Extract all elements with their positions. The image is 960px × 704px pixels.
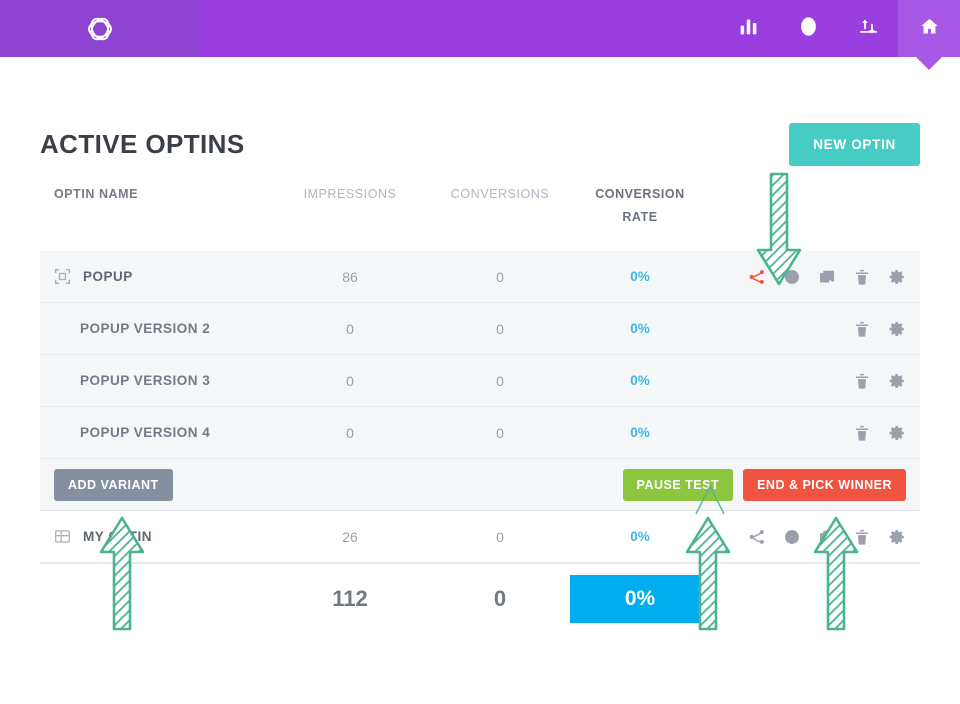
disable-icon[interactable] <box>783 528 801 546</box>
conversions-value: 0 <box>496 320 504 337</box>
optins-table: OPTIN NAME IMPRESSIONS CONVERSIONS CONVE… <box>40 175 920 633</box>
impressions-value: 0 <box>346 424 354 441</box>
new-optin-button[interactable]: NEW OPTIN <box>789 122 920 166</box>
test-controls: PAUSE TEST END & PICK WINNER <box>622 468 906 501</box>
optin-name-cell: POPUP VERSION 3 <box>40 373 270 388</box>
trash-icon[interactable] <box>853 268 871 286</box>
conversion-rate-value: 0% <box>630 321 650 336</box>
trash-icon[interactable] <box>853 320 871 338</box>
column-header-conversion-rate-line1: CONVERSION <box>595 187 685 201</box>
impressions-value: 0 <box>346 372 354 389</box>
duplicate-icon[interactable] <box>818 268 836 286</box>
impressions-value: 26 <box>342 528 358 545</box>
top-navigation-bar <box>0 0 960 57</box>
conversion-rate-value: 0% <box>630 269 650 284</box>
pause-test-button[interactable]: PAUSE TEST <box>622 468 734 501</box>
row-actions <box>710 528 920 546</box>
trash-icon[interactable] <box>853 424 871 442</box>
conversions-value: 0 <box>496 372 504 389</box>
add-variant-button[interactable]: ADD VARIANT <box>54 468 173 501</box>
table-totals-row: 112 0 0% <box>40 563 920 633</box>
conversions-value: 0 <box>496 268 504 285</box>
table-row-popup-version-4[interactable]: POPUP VERSION 4 0 0 0% <box>40 407 920 459</box>
split-test-icon[interactable] <box>748 268 766 286</box>
optinmonster-logo-icon <box>83 12 117 46</box>
logo-block[interactable] <box>0 0 200 57</box>
impressions-value: 0 <box>346 320 354 337</box>
column-header-impressions: IMPRESSIONS <box>303 187 397 201</box>
optin-name-label: POPUP <box>83 269 133 284</box>
row-actions <box>710 320 920 338</box>
totals-conversion-rate-badge: 0% <box>570 574 710 623</box>
sidebar-grid-icon <box>54 528 71 545</box>
bar-chart-icon <box>738 16 759 42</box>
conversion-rate-value: 0% <box>630 529 650 544</box>
nav-items <box>718 0 960 57</box>
gear-icon[interactable] <box>888 424 906 442</box>
row-actions <box>710 268 920 286</box>
row-actions <box>710 424 920 442</box>
split-test-icon[interactable] <box>748 528 766 546</box>
page-header: ACTIVE OPTINS NEW OPTIN <box>40 57 920 175</box>
trash-icon[interactable] <box>853 372 871 390</box>
home-icon <box>919 16 940 42</box>
table-header-row: OPTIN NAME IMPRESSIONS CONVERSIONS CONVE… <box>40 175 920 251</box>
page-content: ACTIVE OPTINS NEW OPTIN OPTIN NAME IMPRE… <box>0 57 960 633</box>
table-row-popup[interactable]: POPUP 86 0 0% <box>40 251 920 303</box>
table-row-popup-version-3[interactable]: POPUP VERSION 3 0 0 0% <box>40 355 920 407</box>
popup-lightbox-icon <box>54 268 71 285</box>
nav-item-account[interactable] <box>778 0 838 57</box>
impressions-value: 86 <box>342 268 358 285</box>
row-actions <box>710 372 920 390</box>
optin-name-cell: MY OPTIN <box>40 528 270 545</box>
conversions-value: 0 <box>496 528 504 545</box>
nav-item-analytics[interactable] <box>718 0 778 57</box>
user-circle-icon <box>798 16 819 42</box>
table-row-popup-version-2[interactable]: POPUP VERSION 2 0 0 0% <box>40 303 920 355</box>
nav-item-dashboard[interactable] <box>898 0 960 57</box>
column-header-conversion-rate: CONVERSION RATE <box>570 183 710 229</box>
optin-name-label: POPUP VERSION 3 <box>80 373 211 388</box>
trash-icon[interactable] <box>853 528 871 546</box>
transfer-icon <box>858 16 879 42</box>
page-title: ACTIVE OPTINS <box>40 128 245 159</box>
variant-controls-row: ADD VARIANT PAUSE TEST END & PICK WINNER <box>40 459 920 511</box>
optin-name-label: MY OPTIN <box>83 529 153 544</box>
column-header-conversion-rate-line2: RATE <box>622 210 658 224</box>
gear-icon[interactable] <box>888 268 906 286</box>
optin-name-cell: POPUP <box>40 268 270 285</box>
optin-name-cell: POPUP VERSION 4 <box>40 425 270 440</box>
conversions-value: 0 <box>496 424 504 441</box>
conversion-rate-value: 0% <box>630 425 650 440</box>
nav-item-transfer[interactable] <box>838 0 898 57</box>
duplicate-icon[interactable] <box>818 528 836 546</box>
gear-icon[interactable] <box>888 528 906 546</box>
gear-icon[interactable] <box>888 320 906 338</box>
optin-name-cell: POPUP VERSION 2 <box>40 321 270 336</box>
optin-name-label: POPUP VERSION 4 <box>80 425 211 440</box>
totals-impressions: 112 <box>332 585 368 611</box>
table-row-my-optin[interactable]: MY OPTIN 26 0 0% <box>40 511 920 563</box>
conversion-rate-value: 0% <box>630 373 650 388</box>
end-and-pick-winner-button[interactable]: END & PICK WINNER <box>743 468 906 501</box>
column-header-conversions: CONVERSIONS <box>450 187 550 201</box>
gear-icon[interactable] <box>888 372 906 390</box>
optin-name-label: POPUP VERSION 2 <box>80 321 211 336</box>
disable-icon[interactable] <box>783 268 801 286</box>
column-header-optin-name: OPTIN NAME <box>54 187 138 201</box>
totals-conversions: 0 <box>493 585 507 611</box>
